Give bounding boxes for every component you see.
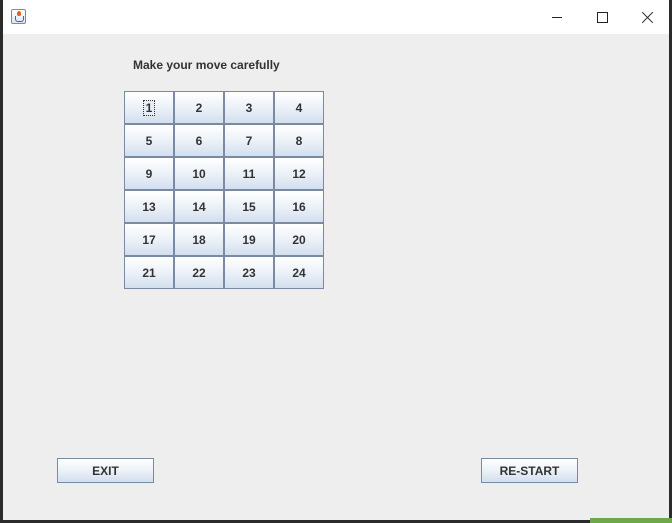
grid-button-label: 4: [295, 100, 303, 115]
minimize-button[interactable]: [534, 0, 580, 34]
grid-button-label: 16: [292, 199, 306, 214]
grid-button-label: 14: [192, 199, 206, 214]
restart-button[interactable]: RE-START: [481, 458, 578, 483]
grid-button-2[interactable]: 2: [174, 91, 224, 124]
grid-button-label: 24: [292, 265, 306, 280]
grid-button-label: 3: [245, 100, 253, 115]
grid-button-label: 17: [142, 232, 156, 247]
grid-button-21[interactable]: 21: [124, 256, 174, 289]
grid-button-20[interactable]: 20: [274, 223, 324, 256]
grid-button-label: 15: [242, 199, 256, 214]
grid-button-label: 22: [192, 265, 206, 280]
grid-button-1[interactable]: 1: [124, 91, 174, 124]
grid-button-label: 9: [145, 166, 153, 181]
grid-button-13[interactable]: 13: [124, 190, 174, 223]
grid-button-label: 2: [195, 100, 203, 115]
grid-button-label: 1: [142, 99, 156, 116]
grid-button-14[interactable]: 14: [174, 190, 224, 223]
grid-button-label: 12: [292, 166, 306, 181]
grid-button-8[interactable]: 8: [274, 124, 324, 157]
instruction-label: Make your move carefully: [133, 58, 280, 72]
grid-button-label: 8: [295, 133, 303, 148]
grid-button-23[interactable]: 23: [224, 256, 274, 289]
grid-button-3[interactable]: 3: [224, 91, 274, 124]
grid-button-label: 6: [195, 133, 203, 148]
grid-button-6[interactable]: 6: [174, 124, 224, 157]
app-window: Make your move carefully 1 2 3 4 5 6 7 8…: [3, 0, 669, 520]
grid-button-10[interactable]: 10: [174, 157, 224, 190]
grid-button-5[interactable]: 5: [124, 124, 174, 157]
exit-button[interactable]: EXIT: [57, 458, 154, 483]
grid-button-label: 10: [192, 166, 206, 181]
grid-button-24[interactable]: 24: [274, 256, 324, 289]
close-button[interactable]: [624, 0, 670, 34]
grid-button-label: 5: [145, 133, 153, 148]
grid-button-17[interactable]: 17: [124, 223, 174, 256]
grid-button-label: 7: [245, 133, 253, 148]
grid-button-19[interactable]: 19: [224, 223, 274, 256]
grid-button-15[interactable]: 15: [224, 190, 274, 223]
grid-button-label: 19: [242, 232, 256, 247]
grid-button-18[interactable]: 18: [174, 223, 224, 256]
close-icon: [641, 11, 654, 24]
grid-button-label: 23: [242, 265, 256, 280]
desktop-background-edge: [590, 518, 672, 523]
grid-button-label: 13: [142, 199, 156, 214]
grid-button-4[interactable]: 4: [274, 91, 324, 124]
grid-button-12[interactable]: 12: [274, 157, 324, 190]
grid-button-label: 20: [292, 232, 306, 247]
maximize-icon: [596, 11, 608, 23]
grid-button-22[interactable]: 22: [174, 256, 224, 289]
grid-button-label: 11: [242, 166, 256, 181]
minimize-icon: [552, 16, 562, 18]
number-grid: 1 2 3 4 5 6 7 8 9 10 11 12 13 14 15 16 1…: [124, 91, 324, 289]
grid-button-7[interactable]: 7: [224, 124, 274, 157]
title-bar: [3, 0, 669, 34]
grid-button-16[interactable]: 16: [274, 190, 324, 223]
grid-button-9[interactable]: 9: [124, 157, 174, 190]
grid-button-label: 21: [142, 265, 156, 280]
maximize-button[interactable]: [579, 0, 625, 34]
grid-button-label: 18: [192, 232, 206, 247]
java-app-icon: [11, 9, 26, 24]
grid-button-11[interactable]: 11: [224, 157, 274, 190]
